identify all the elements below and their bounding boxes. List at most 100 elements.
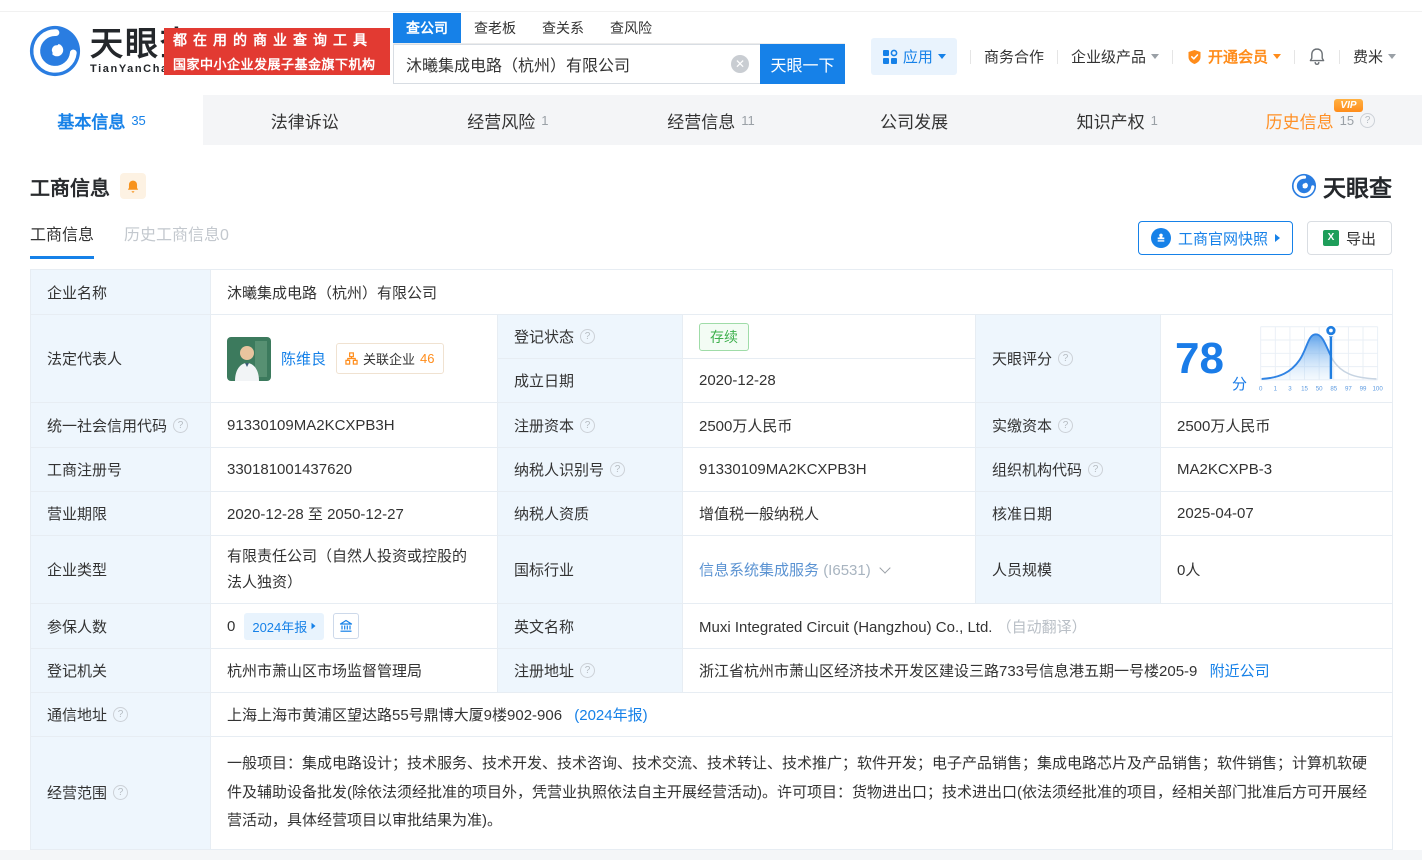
tab-label: 经营信息 [667, 108, 735, 133]
tab-count: 15 [1340, 113, 1354, 128]
annual-report-link[interactable]: (2024年报) [574, 707, 647, 724]
slogan-line2: 国家中小企业发展子基金旗下机构 [173, 54, 381, 73]
help-icon[interactable]: ? [1360, 113, 1375, 128]
tick-label: 15 [1301, 385, 1308, 392]
tab-operation-info[interactable]: 经营信息 11 [609, 95, 812, 145]
section-title: 工商信息 [30, 172, 110, 201]
export-label: 导出 [1346, 228, 1376, 249]
official-snapshot-label: 工商官网快照 [1178, 228, 1268, 249]
reg-number-label: 工商注册号 [31, 448, 211, 492]
legal-rep-cell: 陈维良 关联企业 46 [211, 315, 498, 403]
search-button[interactable]: 天眼一下 [760, 44, 845, 84]
search-input[interactable] [393, 44, 760, 84]
nav-vip[interactable]: 开通会员 [1186, 46, 1281, 67]
company-tab-bar: 基本信息 35 法律诉讼 经营风险 1 经营信息 11 公司发展 知识产权 1 … [0, 95, 1422, 145]
subtab-toolbar: 工商信息 历史工商信息0 工商官网快照 X 导出 [30, 221, 1392, 259]
help-icon[interactable]: ? [1088, 462, 1103, 477]
english-name-value: Muxi Integrated Circuit (Hangzhou) Co., … [683, 604, 1393, 649]
label-text: 实缴资本 [992, 415, 1052, 436]
tab-history-info[interactable]: 历史信息 15 ? VIP [1219, 95, 1422, 145]
score-value: 78 [1175, 337, 1224, 381]
official-snapshot-button[interactable]: 工商官网快照 [1138, 221, 1293, 255]
legal-rep-avatar[interactable] [227, 337, 271, 381]
chevron-down-icon [1273, 54, 1281, 59]
score-label: 天眼评分? [976, 315, 1161, 403]
tab-basic-info[interactable]: 基本信息 35 [0, 95, 203, 145]
toolbar-buttons: 工商官网快照 X 导出 [1138, 221, 1392, 259]
nav-divider [1172, 50, 1173, 64]
tab-company-development[interactable]: 公司发展 [813, 95, 1016, 145]
label-text: 统一社会信用代码 [47, 415, 167, 436]
industry-code: (I6531) [823, 562, 871, 579]
reg-number-value: 330181001437620 [211, 448, 498, 492]
legal-rep-name-link[interactable]: 陈维良 [281, 348, 326, 369]
nav-cooperation[interactable]: 商务合作 [984, 46, 1044, 67]
help-icon[interactable]: ? [1058, 351, 1073, 366]
status-badge: 存续 [699, 323, 749, 351]
clear-search-icon[interactable]: ✕ [731, 55, 749, 73]
reg-address-value: 浙江省杭州市萧山区经济技术开发区建设三路733号信息港五期一号楼205-9 附近… [683, 649, 1393, 693]
reg-address-text: 浙江省杭州市萧山区经济技术开发区建设三路733号信息港五期一号楼205-9 [699, 663, 1197, 680]
top-divider [0, 11, 1422, 12]
help-icon[interactable]: ? [113, 785, 128, 800]
score-cell: 78 分 [1161, 315, 1393, 403]
subscribe-bell-button[interactable] [120, 173, 146, 199]
page-bottom-strip [0, 850, 1422, 860]
chevron-down-icon[interactable] [879, 562, 890, 573]
tab-label: 经营风险 [467, 108, 535, 133]
nav-divider [1339, 50, 1340, 64]
related-companies-badge[interactable]: 关联企业 46 [336, 343, 443, 374]
table-row: 企业类型 有限责任公司（自然人投资或控股的法人独资） 国标行业 信息系统集成服务… [31, 536, 1393, 604]
tab-count: 35 [131, 113, 145, 128]
search-area: 查公司 查老板 查关系 查风险 ✕ 天眼一下 [393, 13, 845, 84]
tab-intellectual-property[interactable]: 知识产权 1 [1016, 95, 1219, 145]
org-code-value: MA2KCXPB-3 [1161, 448, 1393, 492]
help-icon[interactable]: ? [1058, 418, 1073, 433]
nav-notifications[interactable] [1308, 47, 1326, 66]
search-tab-boss[interactable]: 查老板 [461, 13, 529, 43]
slogan-line1: 都在用的商业查询工具 [173, 30, 381, 50]
nav-user[interactable]: 费米 [1353, 46, 1396, 67]
paid-capital-value: 2500万人民币 [1161, 403, 1393, 448]
nav-enterprise[interactable]: 企业级产品 [1071, 46, 1159, 67]
taxpayer-id-value: 91330109MA2KCXPB3H [683, 448, 976, 492]
help-icon[interactable]: ? [113, 707, 128, 722]
chevron-down-icon [938, 54, 946, 59]
help-icon[interactable]: ? [580, 329, 595, 344]
help-icon[interactable]: ? [580, 418, 595, 433]
table-row: 法定代表人 陈维良 [31, 315, 1393, 359]
tick-label: 0 [1259, 385, 1263, 392]
tab-legal-proceedings[interactable]: 法律诉讼 [203, 95, 406, 145]
annual-report-badge[interactable]: 2024年报 [244, 613, 324, 640]
help-icon[interactable]: ? [610, 462, 625, 477]
nav-user-label: 费米 [1353, 46, 1383, 67]
business-info-table: 企业名称 沐曦集成电路（杭州）有限公司 法定代表人 [30, 269, 1393, 850]
export-button[interactable]: X 导出 [1307, 221, 1392, 255]
search-tab-company[interactable]: 查公司 [393, 13, 461, 43]
help-icon[interactable]: ? [173, 418, 188, 433]
subtab-history-business-info[interactable]: 历史工商信息0 [124, 221, 229, 259]
nav-apps[interactable]: 应用 [871, 38, 957, 75]
section-header: 工商信息 天眼查 [30, 169, 1392, 203]
help-icon[interactable]: ? [580, 663, 595, 678]
industry-link[interactable]: 信息系统集成服务 [699, 562, 819, 579]
content-area: 工商信息 天眼查 工商信息 历史工商信息0 [0, 169, 1422, 850]
nav-divider [1057, 50, 1058, 64]
excel-icon: X [1323, 230, 1339, 246]
company-name-label: 企业名称 [31, 270, 211, 315]
english-name-text: Muxi Integrated Circuit (Hangzhou) Co., … [699, 619, 992, 636]
label-text: 天眼评分 [992, 348, 1052, 369]
mail-address-label: 通信地址? [31, 693, 211, 737]
tab-operation-risk[interactable]: 经营风险 1 [406, 95, 609, 145]
est-date-label: 成立日期 [498, 359, 683, 403]
subtab-business-info[interactable]: 工商信息 [30, 221, 94, 259]
taxpayer-id-label: 纳税人识别号? [498, 448, 683, 492]
chevron-down-icon [1388, 54, 1396, 59]
score-unit: 分 [1232, 373, 1247, 394]
search-tab-relation[interactable]: 查关系 [529, 13, 597, 43]
score-axis-ticks: 0 1 3 15 50 85 97 99 100 [1259, 385, 1383, 392]
site-header: 天眼查 TianYanCha.com 都在用的商业查询工具 国家中小企业发展子基… [0, 0, 1422, 95]
search-tab-risk[interactable]: 查风险 [597, 13, 665, 43]
nearby-companies-link[interactable]: 附近公司 [1210, 663, 1270, 680]
insured-trend-button[interactable] [333, 613, 359, 639]
